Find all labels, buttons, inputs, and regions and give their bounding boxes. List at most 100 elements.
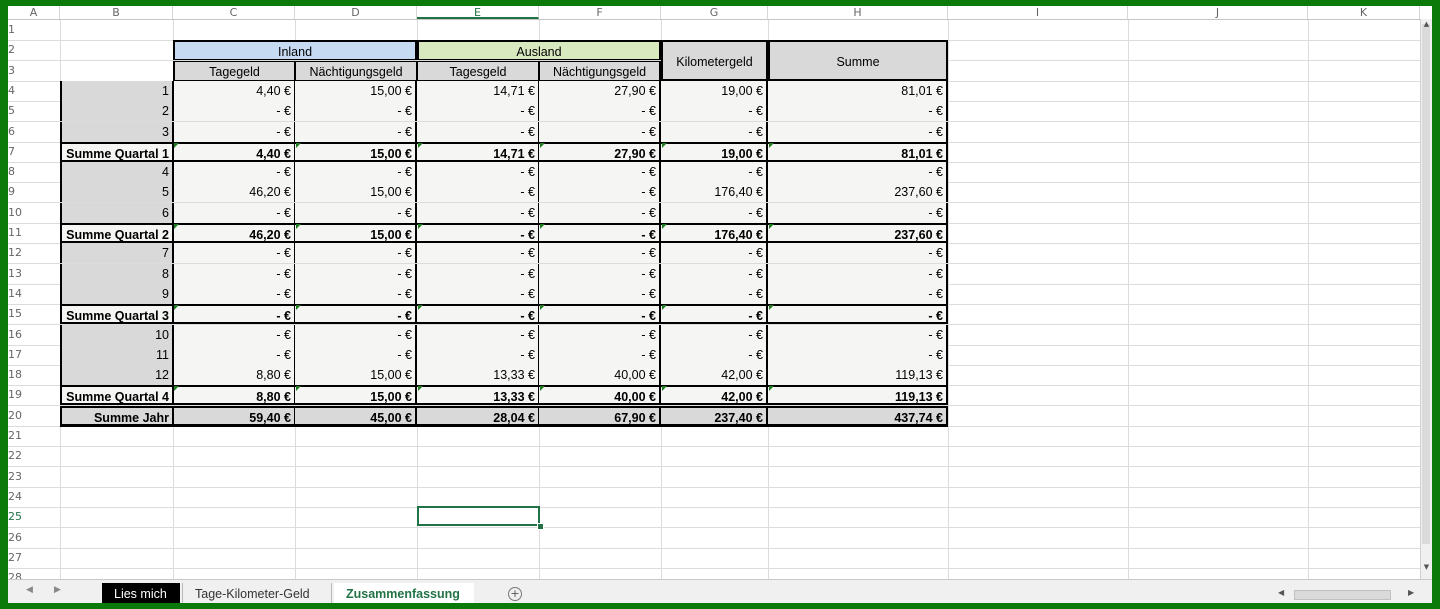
subheader-tagegeld[interactable]: Tagegeld — [173, 61, 295, 82]
row-header-1[interactable]: 1 — [8, 20, 26, 40]
value-cell[interactable]: 46,20 € — [173, 223, 295, 243]
value-cell[interactable]: - € — [173, 345, 295, 365]
row-header-14[interactable]: 14 — [8, 284, 26, 304]
row-label-5[interactable]: 4 — [60, 162, 173, 182]
value-cell[interactable]: 67,90 € — [539, 406, 661, 426]
value-cell[interactable]: - € — [173, 264, 295, 284]
row-header-10[interactable]: 10 — [8, 203, 26, 223]
value-cell[interactable]: - € — [661, 243, 768, 263]
subheader-tagesgeld[interactable]: Tagesgeld — [417, 61, 539, 82]
value-cell[interactable]: 14,71 € — [417, 142, 539, 162]
value-cell[interactable]: 42,00 € — [661, 365, 768, 385]
value-cell[interactable]: - € — [768, 243, 948, 263]
row-header-21[interactable]: 21 — [8, 426, 26, 446]
value-cell[interactable]: 15,00 € — [295, 365, 417, 385]
value-cell[interactable]: 59,40 € — [173, 406, 295, 426]
row-label-9[interactable]: 7 — [60, 243, 173, 263]
value-cell[interactable]: 4,40 € — [173, 142, 295, 162]
sheet-tab-lies-mich[interactable]: Lies mich — [102, 583, 180, 605]
row-label-17[interactable]: Summe Jahr — [60, 406, 173, 426]
value-cell[interactable]: 19,00 € — [661, 142, 768, 162]
value-cell[interactable]: - € — [539, 345, 661, 365]
value-cell[interactable]: - € — [539, 304, 661, 324]
column-header-g[interactable]: G — [661, 6, 768, 19]
row-label-4[interactable]: Summe Quartal 1 — [60, 142, 173, 162]
value-cell[interactable]: - € — [768, 345, 948, 365]
value-cell[interactable]: - € — [539, 182, 661, 202]
row-label-6[interactable]: 5 — [60, 182, 173, 202]
row-label-8[interactable]: Summe Quartal 2 — [60, 223, 173, 243]
row-header-6[interactable]: 6 — [8, 122, 26, 142]
row-header-18[interactable]: 18 — [8, 365, 26, 385]
row-header-16[interactable]: 16 — [8, 325, 26, 345]
value-cell[interactable]: 237,40 € — [661, 406, 768, 426]
value-cell[interactable]: - € — [417, 223, 539, 243]
value-cell[interactable]: - € — [661, 162, 768, 182]
column-header-e[interactable]: E — [417, 6, 539, 19]
value-cell[interactable]: 45,00 € — [295, 406, 417, 426]
row-header-25[interactable]: 25 — [8, 507, 26, 527]
value-cell[interactable]: - € — [539, 122, 661, 142]
value-cell[interactable]: - € — [295, 264, 417, 284]
hscroll-left-icon[interactable]: ◀ — [1278, 588, 1284, 597]
value-cell[interactable]: - € — [539, 203, 661, 223]
value-cell[interactable]: 81,01 € — [768, 81, 948, 101]
value-cell[interactable]: - € — [661, 284, 768, 304]
column-header-i[interactable]: I — [948, 6, 1128, 19]
column-header-a[interactable]: A — [8, 6, 60, 19]
value-cell[interactable]: - € — [295, 345, 417, 365]
row-header-17[interactable]: 17 — [8, 345, 26, 365]
value-cell[interactable]: - € — [173, 122, 295, 142]
row-header-20[interactable]: 20 — [8, 406, 26, 426]
row-label-13[interactable]: 10 — [60, 325, 173, 345]
value-cell[interactable]: - € — [768, 284, 948, 304]
value-cell[interactable]: - € — [539, 325, 661, 345]
value-cell[interactable]: 119,13 € — [768, 365, 948, 385]
value-cell[interactable]: - € — [768, 162, 948, 182]
column-header-k[interactable]: K — [1308, 6, 1420, 19]
value-cell[interactable]: 27,90 € — [539, 142, 661, 162]
value-cell[interactable]: 15,00 € — [295, 142, 417, 162]
header-kilometergeld[interactable]: Kilometergeld — [661, 40, 768, 81]
value-cell[interactable]: 15,00 € — [295, 223, 417, 243]
value-cell[interactable]: - € — [417, 325, 539, 345]
row-header-15[interactable]: 15 — [8, 304, 26, 324]
column-header-h[interactable]: H — [768, 6, 948, 19]
value-cell[interactable]: 13,33 € — [417, 365, 539, 385]
row-label-11[interactable]: 9 — [60, 284, 173, 304]
value-cell[interactable]: 8,80 € — [173, 385, 295, 405]
row-label-7[interactable]: 6 — [60, 203, 173, 223]
row-header-24[interactable]: 24 — [8, 487, 26, 507]
row-header-5[interactable]: 5 — [8, 101, 26, 121]
value-cell[interactable]: - € — [417, 345, 539, 365]
column-header-d[interactable]: D — [295, 6, 417, 19]
scroll-down-icon[interactable]: ▼ — [1421, 563, 1432, 571]
value-cell[interactable]: 237,60 € — [768, 223, 948, 243]
value-cell[interactable]: - € — [173, 284, 295, 304]
value-cell[interactable]: 40,00 € — [539, 365, 661, 385]
value-cell[interactable]: - € — [173, 325, 295, 345]
row-label-10[interactable]: 8 — [60, 264, 173, 284]
value-cell[interactable]: - € — [539, 223, 661, 243]
value-cell[interactable]: - € — [417, 203, 539, 223]
value-cell[interactable]: - € — [295, 162, 417, 182]
row-label-12[interactable]: Summe Quartal 3 — [60, 304, 173, 324]
fill-handle[interactable] — [537, 523, 544, 530]
value-cell[interactable]: - € — [295, 101, 417, 121]
value-cell[interactable]: 13,33 € — [417, 385, 539, 405]
value-cell[interactable]: - € — [417, 162, 539, 182]
value-cell[interactable]: - € — [768, 203, 948, 223]
value-cell[interactable]: 28,04 € — [417, 406, 539, 426]
row-header-13[interactable]: 13 — [8, 264, 26, 284]
row-header-4[interactable]: 4 — [8, 81, 26, 101]
row-header-27[interactable]: 27 — [8, 548, 26, 568]
value-cell[interactable]: 42,00 € — [661, 385, 768, 405]
value-cell[interactable]: - € — [417, 264, 539, 284]
spreadsheet-grid[interactable]: A B C D E F G H I J K 1 2 3 4 5 6 7 8 9 10 11 12 13 14 15 16 17 18 19… — [0, 0, 1440, 609]
value-cell[interactable]: - € — [768, 122, 948, 142]
header-summe[interactable]: Summe — [768, 40, 948, 81]
value-cell[interactable]: 15,00 € — [295, 182, 417, 202]
value-cell[interactable]: - € — [661, 264, 768, 284]
value-cell[interactable]: - € — [417, 304, 539, 324]
row-label-14[interactable]: 11 — [60, 345, 173, 365]
